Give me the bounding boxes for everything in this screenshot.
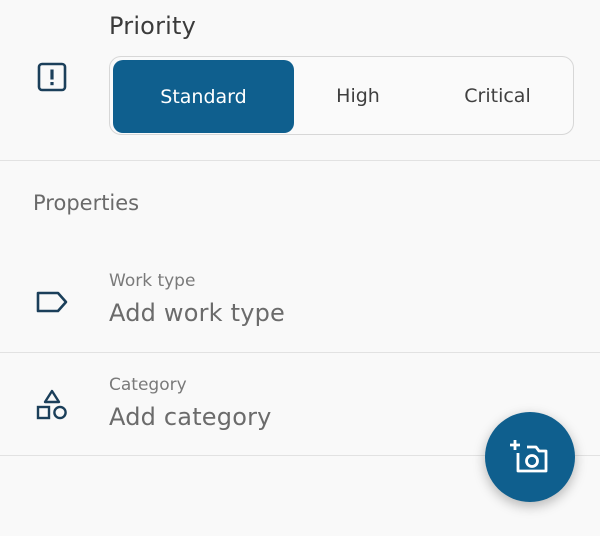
exclamation-square-icon (37, 62, 67, 92)
category-label: Category (109, 375, 187, 395)
add-photo-icon (509, 436, 551, 478)
shapes-icon (35, 388, 69, 422)
properties-title: Properties (33, 191, 140, 215)
category-value: Add category (109, 403, 272, 431)
priority-option-standard[interactable]: Standard (113, 60, 294, 133)
priority-segmented-control: Standard High Critical (109, 56, 574, 135)
work-type-value: Add work type (109, 299, 286, 327)
priority-option-high[interactable]: High (300, 57, 416, 134)
priority-option-critical[interactable]: Critical (430, 57, 565, 134)
divider (0, 160, 600, 161)
tag-icon (35, 286, 69, 320)
work-type-label: Work type (109, 271, 196, 291)
work-type-row[interactable]: Work type Add work type (0, 255, 600, 352)
priority-title: Priority (109, 12, 197, 40)
add-photo-button[interactable] (485, 412, 575, 502)
